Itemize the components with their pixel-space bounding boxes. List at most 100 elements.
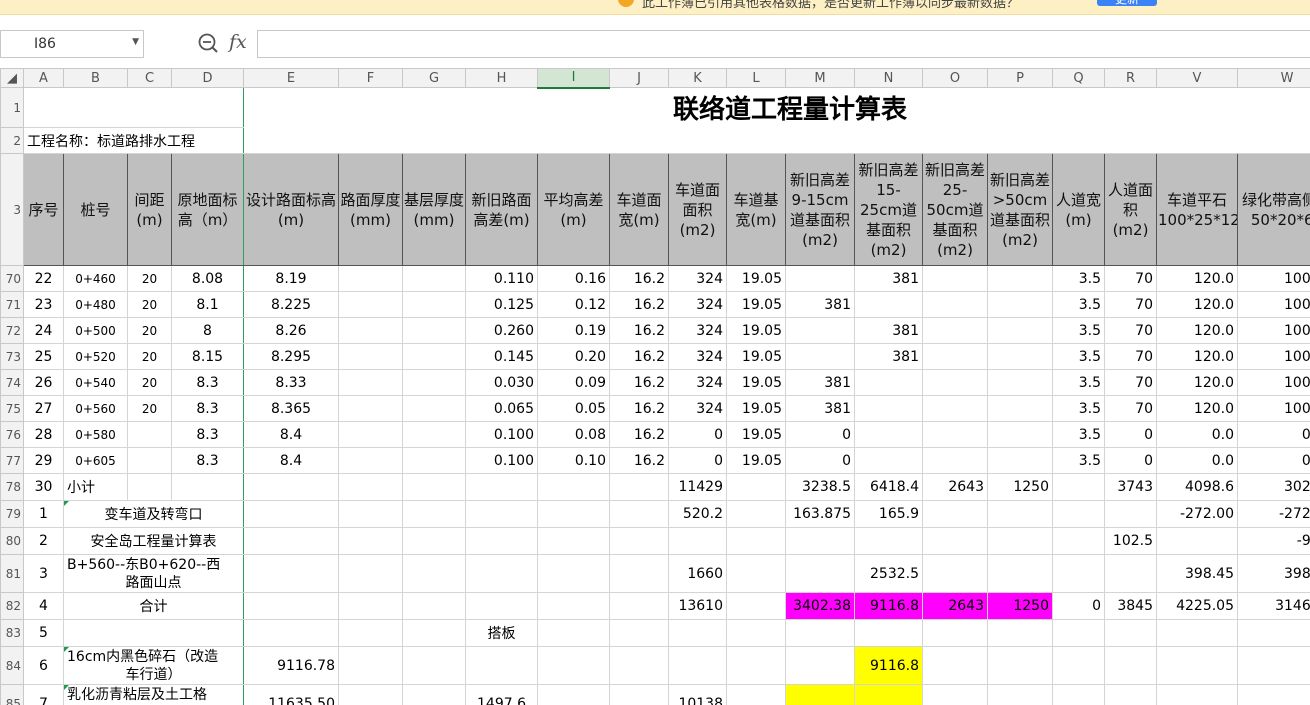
cell[interactable] (785, 646, 855, 685)
cell[interactable]: 19.05 (726, 447, 786, 474)
cell[interactable]: 0.065 (465, 395, 538, 422)
cell[interactable]: 19.05 (726, 395, 786, 422)
header-cell[interactable]: 车道平石100*25*12 (1156, 153, 1238, 266)
cell[interactable]: 0 (1104, 421, 1157, 448)
cell[interactable]: 165.9 (854, 500, 923, 528)
row-header[interactable]: 71 (0, 291, 24, 318)
function-icon[interactable]: fx (229, 31, 247, 53)
cell[interactable] (726, 646, 786, 685)
cell[interactable]: 324 (668, 395, 727, 422)
cell[interactable]: 3.5 (1052, 395, 1105, 422)
cell[interactable]: 0.100 (465, 447, 538, 474)
cell[interactable]: 70 (1104, 265, 1157, 292)
cell[interactable]: 0.10 (537, 447, 610, 474)
cell[interactable] (1052, 619, 1105, 647)
cell[interactable]: 0+605 (63, 447, 128, 474)
cell[interactable] (243, 500, 339, 528)
cell[interactable] (1104, 684, 1157, 705)
cell[interactable] (922, 317, 988, 344)
cell[interactable]: 100.00 (1237, 369, 1310, 396)
cell[interactable] (987, 291, 1053, 318)
cell[interactable]: 0 (1052, 592, 1105, 620)
cell[interactable]: 0+580 (63, 421, 128, 448)
cell[interactable] (609, 592, 669, 620)
cell[interactable]: 8.1 (171, 291, 244, 318)
cell[interactable]: 163.875 (785, 500, 855, 528)
cell[interactable] (1052, 527, 1105, 555)
cell[interactable] (922, 291, 988, 318)
header-cell[interactable]: 设计路面标高(m) (243, 153, 339, 266)
cell[interactable] (63, 619, 244, 647)
cell[interactable] (402, 343, 466, 370)
cell[interactable] (785, 265, 855, 292)
cell[interactable] (854, 395, 923, 422)
cell[interactable] (537, 554, 610, 593)
cell[interactable] (338, 527, 403, 555)
cell[interactable] (726, 684, 786, 705)
cell[interactable] (1052, 684, 1105, 705)
cell[interactable]: 0.00 (1237, 421, 1310, 448)
cell[interactable] (1052, 646, 1105, 685)
cell[interactable] (402, 291, 466, 318)
cell[interactable]: 9116.78 (243, 646, 339, 685)
update-button[interactable]: 更新 (1097, 0, 1157, 6)
cell[interactable]: 0.145 (465, 343, 538, 370)
column-header[interactable]: D (171, 68, 244, 88)
cell[interactable]: 8.3 (171, 447, 244, 474)
cell[interactable]: 324 (668, 343, 727, 370)
column-header[interactable]: V (1156, 68, 1238, 88)
row-header[interactable]: 75 (0, 395, 24, 422)
cell[interactable] (402, 265, 466, 292)
cell[interactable]: 3.5 (1052, 369, 1105, 396)
header-cell[interactable]: 路面厚度(mm) (338, 153, 403, 266)
cell[interactable]: 3.5 (1052, 343, 1105, 370)
column-header[interactable]: W (1237, 68, 1310, 88)
cell[interactable] (338, 343, 403, 370)
cell[interactable]: 6 (23, 646, 64, 685)
cell[interactable]: 70 (1104, 291, 1157, 318)
cell[interactable]: 11635.50 (243, 684, 339, 705)
cell[interactable] (338, 421, 403, 448)
column-header[interactable]: R (1104, 68, 1157, 88)
cell[interactable] (465, 554, 538, 593)
cell[interactable] (402, 500, 466, 528)
cell[interactable]: -272.00 (1156, 500, 1238, 528)
column-header[interactable]: J (609, 68, 669, 88)
cell[interactable] (465, 527, 538, 555)
row-header[interactable]: 80 (0, 527, 24, 555)
cell[interactable]: -272.00 (1237, 500, 1310, 528)
cell[interactable] (537, 684, 610, 705)
cell[interactable]: 29 (23, 447, 64, 474)
column-header[interactable]: N (854, 68, 923, 88)
cell[interactable] (987, 554, 1053, 593)
cell[interactable]: 28 (23, 421, 64, 448)
header-cell[interactable]: 新旧高差9-15cm道基面积(m2) (785, 153, 855, 266)
cell[interactable] (987, 646, 1053, 685)
cell[interactable]: 11429 (668, 473, 727, 501)
cell[interactable] (785, 619, 855, 647)
cell[interactable] (1104, 554, 1157, 593)
cell[interactable] (987, 447, 1053, 474)
subtotal-label[interactable]: 小计 (63, 473, 128, 501)
header-cell[interactable]: 新旧路面高差(m) (465, 153, 538, 266)
cell[interactable]: 70 (1104, 343, 1157, 370)
cell[interactable] (537, 592, 610, 620)
cell[interactable] (726, 592, 786, 620)
row-header[interactable]: 78 (0, 473, 24, 501)
column-header[interactable]: Q (1052, 68, 1105, 88)
highlighted-cell[interactable]: 1250 (987, 592, 1053, 620)
cell[interactable]: 4 (23, 592, 64, 620)
cell[interactable] (338, 500, 403, 528)
cell[interactable]: 381 (854, 265, 923, 292)
cell[interactable]: 8.225 (243, 291, 339, 318)
cell[interactable] (1237, 619, 1310, 647)
cell[interactable]: 13610 (668, 592, 727, 620)
cell[interactable]: 120.0 (1156, 343, 1238, 370)
column-header[interactable]: A (23, 68, 64, 88)
project-name[interactable]: 工程名称：标道路排水工程 (23, 127, 244, 154)
cell[interactable]: 120.0 (1156, 369, 1238, 396)
cell[interactable]: 0.16 (537, 265, 610, 292)
cell[interactable] (1156, 619, 1238, 647)
cell[interactable] (987, 395, 1053, 422)
cell[interactable]: 16.2 (609, 369, 669, 396)
